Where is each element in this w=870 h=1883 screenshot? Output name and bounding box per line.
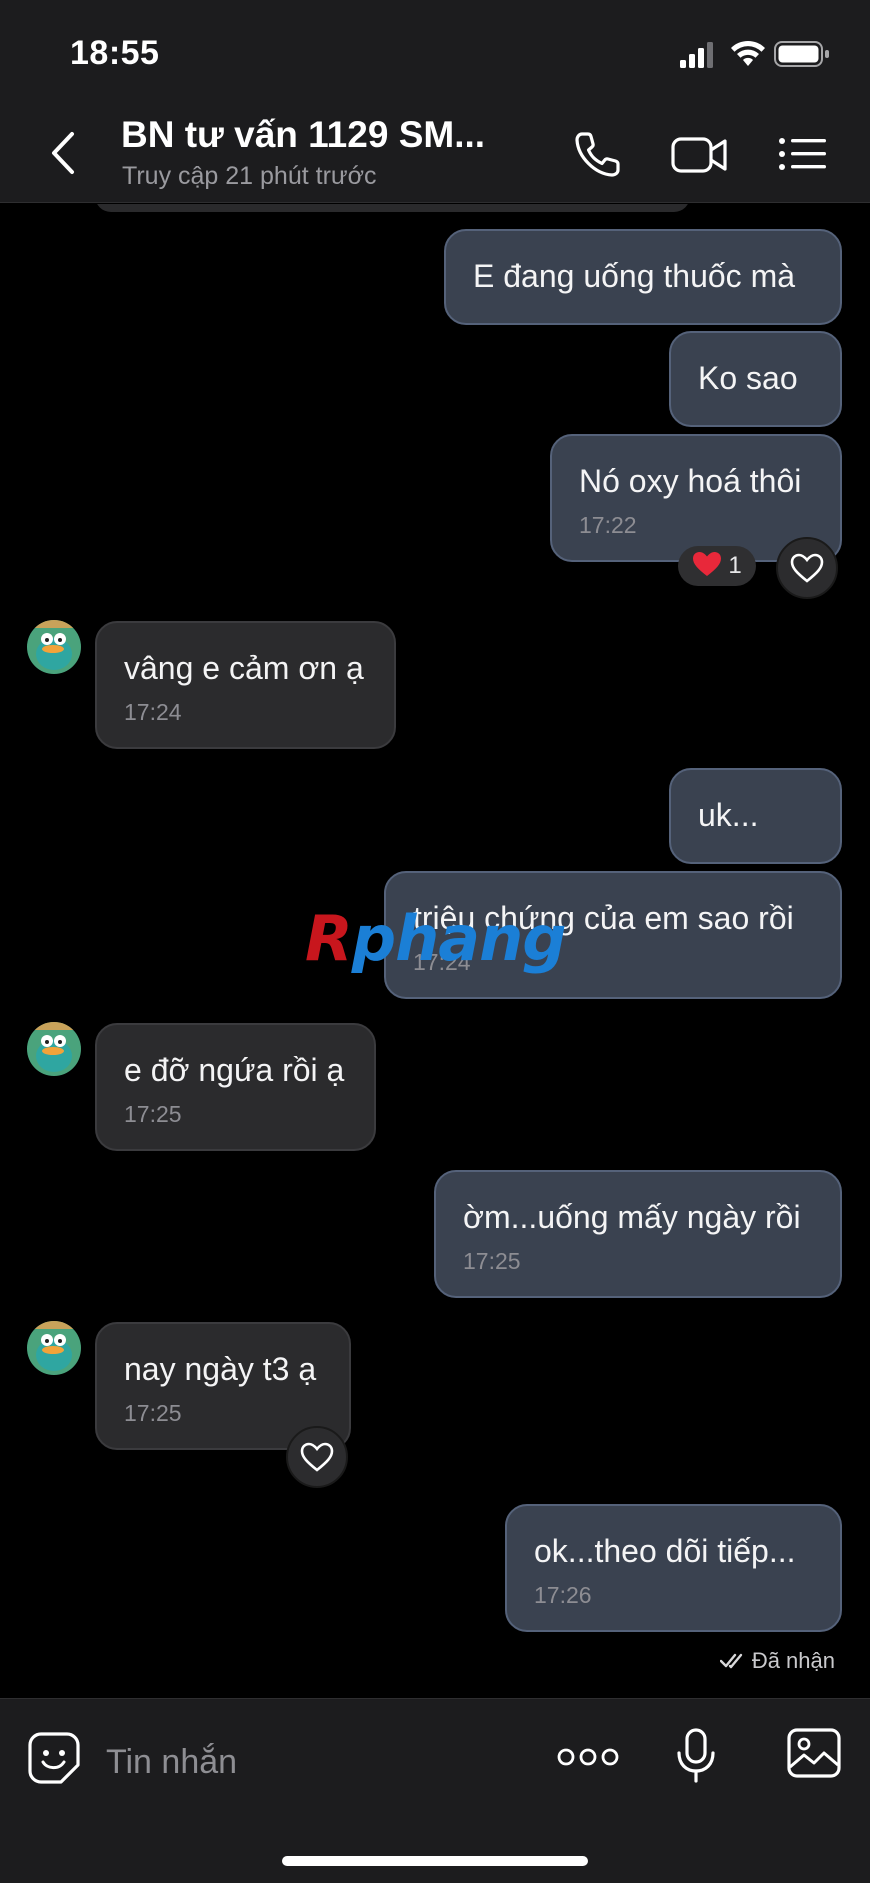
last-seen-status: Truy cập 21 phút trước xyxy=(122,162,377,190)
message-text: E đang uống thuốc mà xyxy=(473,258,796,294)
watermark-logo: Rphang xyxy=(305,902,567,975)
call-button[interactable] xyxy=(570,126,626,182)
sticker-smile-icon xyxy=(28,1732,80,1784)
video-call-button[interactable] xyxy=(670,126,730,182)
read-status-text: Đã nhận xyxy=(751,1648,835,1673)
chat-title[interactable]: BN tư vấn 1129 SM... xyxy=(121,114,521,156)
signal-icon xyxy=(680,42,713,68)
message-time: 17:22 xyxy=(579,512,637,538)
outgoing-message[interactable]: Ko sao xyxy=(669,331,842,427)
composer-bar xyxy=(0,1698,870,1883)
sticker-button[interactable] xyxy=(27,1731,81,1790)
message-text: nay ngày t3 ạ xyxy=(124,1351,317,1387)
menu-button[interactable] xyxy=(778,126,834,182)
read-receipt: Đã nhận xyxy=(719,1648,835,1674)
outgoing-message[interactable]: ờm...uống mấy ngày rồi 17:25 xyxy=(434,1170,842,1298)
message-bubble-partial xyxy=(95,204,690,212)
outgoing-message[interactable]: uk... xyxy=(669,768,842,864)
status-icons xyxy=(650,40,830,70)
contact-avatar[interactable] xyxy=(27,620,81,674)
back-button[interactable] xyxy=(44,128,84,178)
double-check-icon xyxy=(719,1653,743,1669)
outgoing-message[interactable]: ok...theo dõi tiếp... 17:26 xyxy=(505,1504,842,1632)
message-text: ok...theo dõi tiếp... xyxy=(534,1533,796,1569)
message-time: 17:26 xyxy=(534,1582,592,1608)
phone-icon xyxy=(575,132,620,177)
like-button[interactable] xyxy=(286,1426,348,1488)
microphone-icon xyxy=(677,1728,715,1783)
list-menu-icon xyxy=(779,138,826,170)
chevron-left-icon xyxy=(52,132,74,174)
status-time: 18:55 xyxy=(70,34,160,72)
battery-icon xyxy=(774,41,829,67)
home-indicator xyxy=(282,1856,588,1866)
message-text: vâng e cảm ơn ạ xyxy=(124,650,364,686)
contact-avatar[interactable] xyxy=(27,1022,81,1076)
heart-outline-icon xyxy=(300,1442,334,1472)
message-text: Ko sao xyxy=(698,360,798,396)
like-button[interactable] xyxy=(776,537,838,599)
avatar-image xyxy=(27,1321,81,1375)
heart-outline-icon xyxy=(790,553,824,583)
message-time: 17:25 xyxy=(124,1101,182,1127)
outgoing-message[interactable]: E đang uống thuốc mà xyxy=(444,229,842,325)
wifi-icon xyxy=(731,40,765,66)
message-text: ờm...uống mấy ngày rồi xyxy=(463,1199,801,1235)
message-text: Nó oxy hoá thôi xyxy=(579,463,802,499)
chat-header: BN tư vấn 1129 SM... Truy cập 21 phút tr… xyxy=(0,100,870,203)
heart-reaction-icon xyxy=(692,551,722,582)
message-list[interactable]: E đang uống thuốc mà Ko sao Nó oxy hoá t… xyxy=(0,204,870,1698)
more-dots-icon xyxy=(557,1748,619,1766)
reaction-count: 1 xyxy=(728,552,742,579)
avatar-image xyxy=(27,1022,81,1076)
message-input[interactable] xyxy=(106,1737,506,1787)
status-bar: 18:55 xyxy=(0,0,870,100)
photo-button[interactable] xyxy=(786,1727,842,1784)
incoming-message[interactable]: e đỡ ngứa rồi ạ 17:25 xyxy=(95,1023,376,1151)
message-time: 17:25 xyxy=(463,1248,521,1274)
reaction-badge[interactable]: 1 xyxy=(678,546,756,586)
message-text: uk... xyxy=(698,797,759,833)
incoming-message[interactable]: vâng e cảm ơn ạ 17:24 xyxy=(95,621,396,749)
avatar-image xyxy=(27,620,81,674)
more-options-button[interactable] xyxy=(557,1745,619,1774)
video-camera-icon xyxy=(671,137,727,173)
image-icon xyxy=(787,1728,841,1778)
message-time: 17:25 xyxy=(124,1400,182,1426)
voice-message-button[interactable] xyxy=(676,1727,716,1790)
contact-avatar[interactable] xyxy=(27,1321,81,1375)
message-text: e đỡ ngứa rồi ạ xyxy=(124,1052,345,1088)
message-time: 17:24 xyxy=(124,699,182,725)
